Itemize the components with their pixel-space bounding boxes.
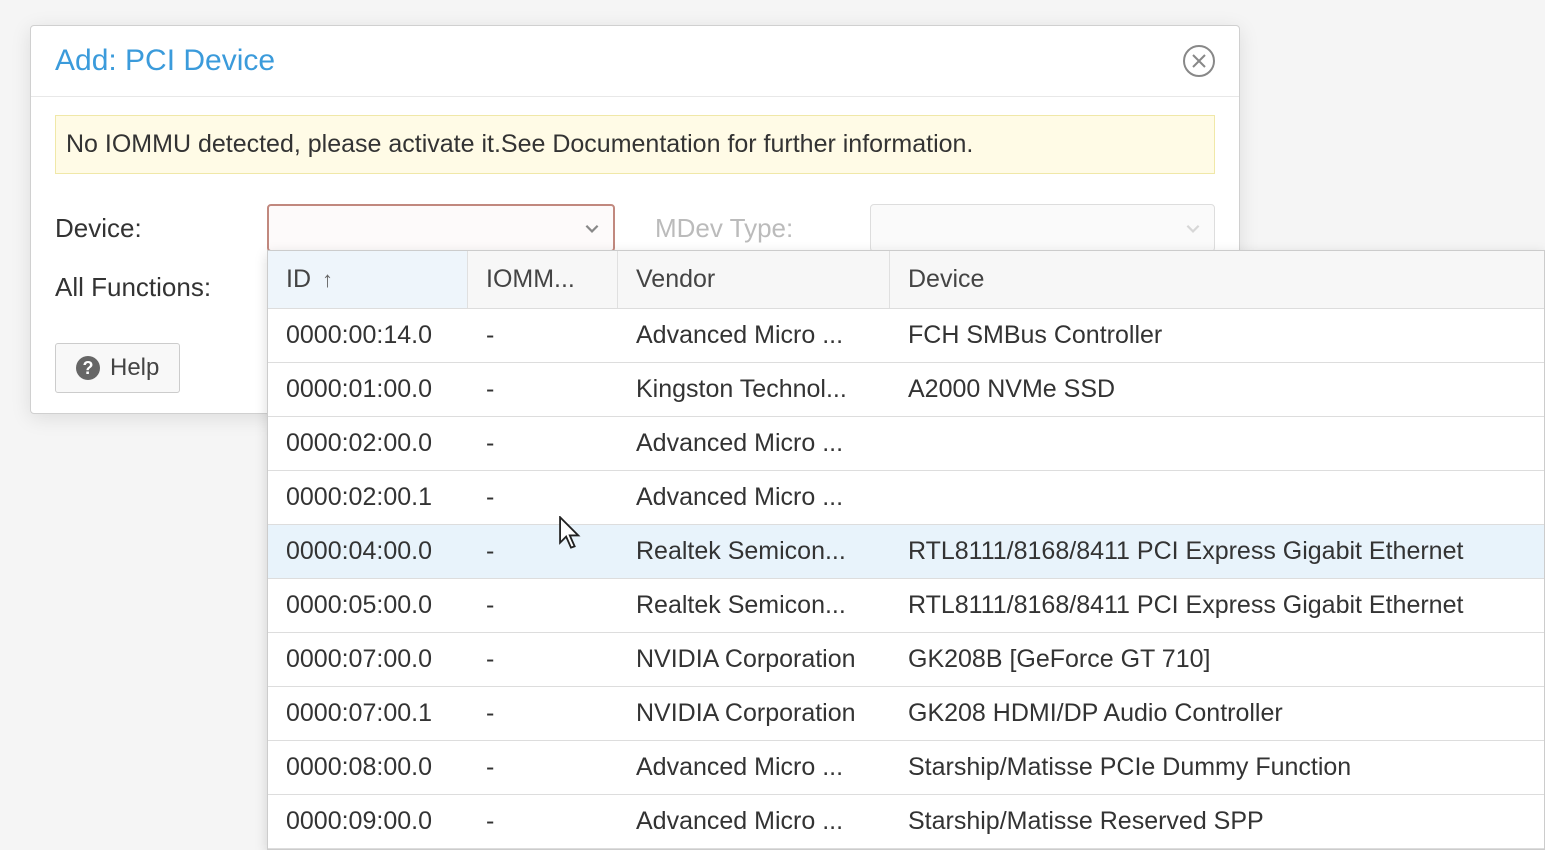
warning-message: No IOMMU detected, please activate it.Se… [55,115,1215,174]
cell-device: RTL8111/8168/8411 PCI Express Gigabit Et… [890,579,1544,632]
cell-iommu: - [468,687,618,740]
table-row[interactable]: 0000:02:00.0-Advanced Micro ... [268,417,1544,471]
dialog-header: Add: PCI Device [31,26,1239,97]
cell-iommu: - [468,795,618,848]
cell-vendor: Advanced Micro ... [618,309,890,362]
cell-id: 0000:02:00.0 [268,417,468,470]
chevron-down-icon [1184,219,1202,237]
cell-iommu: - [468,633,618,686]
cell-device: Starship/Matisse PCIe Dummy Function [890,741,1544,794]
mdev-type-combobox [870,204,1215,252]
column-header-device[interactable]: Device [890,251,1544,308]
cell-id: 0000:07:00.0 [268,633,468,686]
table-row[interactable]: 0000:08:00.0-Advanced Micro ...Starship/… [268,741,1544,795]
close-button[interactable] [1183,45,1215,77]
cell-iommu: - [468,579,618,632]
all-functions-label: All Functions: [55,272,267,303]
cell-device: RTL8111/8168/8411 PCI Express Gigabit Et… [890,525,1544,578]
cell-device: GK208B [GeForce GT 710] [890,633,1544,686]
cell-iommu: - [468,309,618,362]
table-row[interactable]: 0000:09:00.0-Advanced Micro ...Starship/… [268,795,1544,849]
cell-vendor: Advanced Micro ... [618,471,890,524]
cell-vendor: Advanced Micro ... [618,741,890,794]
mdev-type-label: MDev Type: [655,213,870,244]
table-row[interactable]: 0000:07:00.1-NVIDIA CorporationGK208 HDM… [268,687,1544,741]
device-field-row: Device: MDev Type: [31,204,1239,252]
cell-vendor: NVIDIA Corporation [618,633,890,686]
column-header-vendor[interactable]: Vendor [618,251,890,308]
table-row[interactable]: 0000:04:00.0-Realtek Semicon...RTL8111/8… [268,525,1544,579]
cell-vendor: Advanced Micro ... [618,417,890,470]
cell-vendor: Kingston Technol... [618,363,890,416]
device-dropdown-table[interactable]: ID ↑ IOMM... Vendor Device 0000:00:14.0-… [267,250,1545,850]
cell-device: A2000 NVMe SSD [890,363,1544,416]
cell-vendor: Realtek Semicon... [618,579,890,632]
cell-device: GK208 HDMI/DP Audio Controller [890,687,1544,740]
table-row[interactable]: 0000:05:00.0-Realtek Semicon...RTL8111/8… [268,579,1544,633]
help-button[interactable]: ? Help [55,343,180,393]
help-icon: ? [76,356,100,380]
chevron-down-icon [583,219,601,237]
table-row[interactable]: 0000:01:00.0-Kingston Technol...A2000 NV… [268,363,1544,417]
close-icon [1191,53,1207,69]
help-button-label: Help [110,354,159,382]
cell-id: 0000:04:00.0 [268,525,468,578]
cell-id: 0000:01:00.0 [268,363,468,416]
cell-iommu: - [468,741,618,794]
cell-vendor: Realtek Semicon... [618,525,890,578]
cell-device [890,417,1544,470]
dialog-title: Add: PCI Device [55,44,275,78]
cell-device [890,471,1544,524]
table-row[interactable]: 0000:00:14.0-Advanced Micro ...FCH SMBus… [268,309,1544,363]
table-row[interactable]: 0000:02:00.1-Advanced Micro ... [268,471,1544,525]
column-header-id[interactable]: ID ↑ [268,251,468,308]
table-row[interactable]: 0000:07:00.0-NVIDIA CorporationGK208B [G… [268,633,1544,687]
device-label: Device: [55,213,267,244]
cell-id: 0000:07:00.1 [268,687,468,740]
cell-iommu: - [468,471,618,524]
sort-ascending-icon: ↑ [322,267,333,293]
cell-vendor: NVIDIA Corporation [618,687,890,740]
cell-id: 0000:09:00.0 [268,795,468,848]
cell-device: FCH SMBus Controller [890,309,1544,362]
table-body: 0000:00:14.0-Advanced Micro ...FCH SMBus… [268,309,1544,849]
cell-id: 0000:08:00.0 [268,741,468,794]
cell-iommu: - [468,525,618,578]
cell-vendor: Advanced Micro ... [618,795,890,848]
cell-id: 0000:05:00.0 [268,579,468,632]
cell-id: 0000:00:14.0 [268,309,468,362]
cell-id: 0000:02:00.1 [268,471,468,524]
cell-iommu: - [468,417,618,470]
device-combobox[interactable] [267,204,615,252]
column-header-iommu[interactable]: IOMM... [468,251,618,308]
table-header-row: ID ↑ IOMM... Vendor Device [268,251,1544,309]
cell-iommu: - [468,363,618,416]
cell-device: Starship/Matisse Reserved SPP [890,795,1544,848]
